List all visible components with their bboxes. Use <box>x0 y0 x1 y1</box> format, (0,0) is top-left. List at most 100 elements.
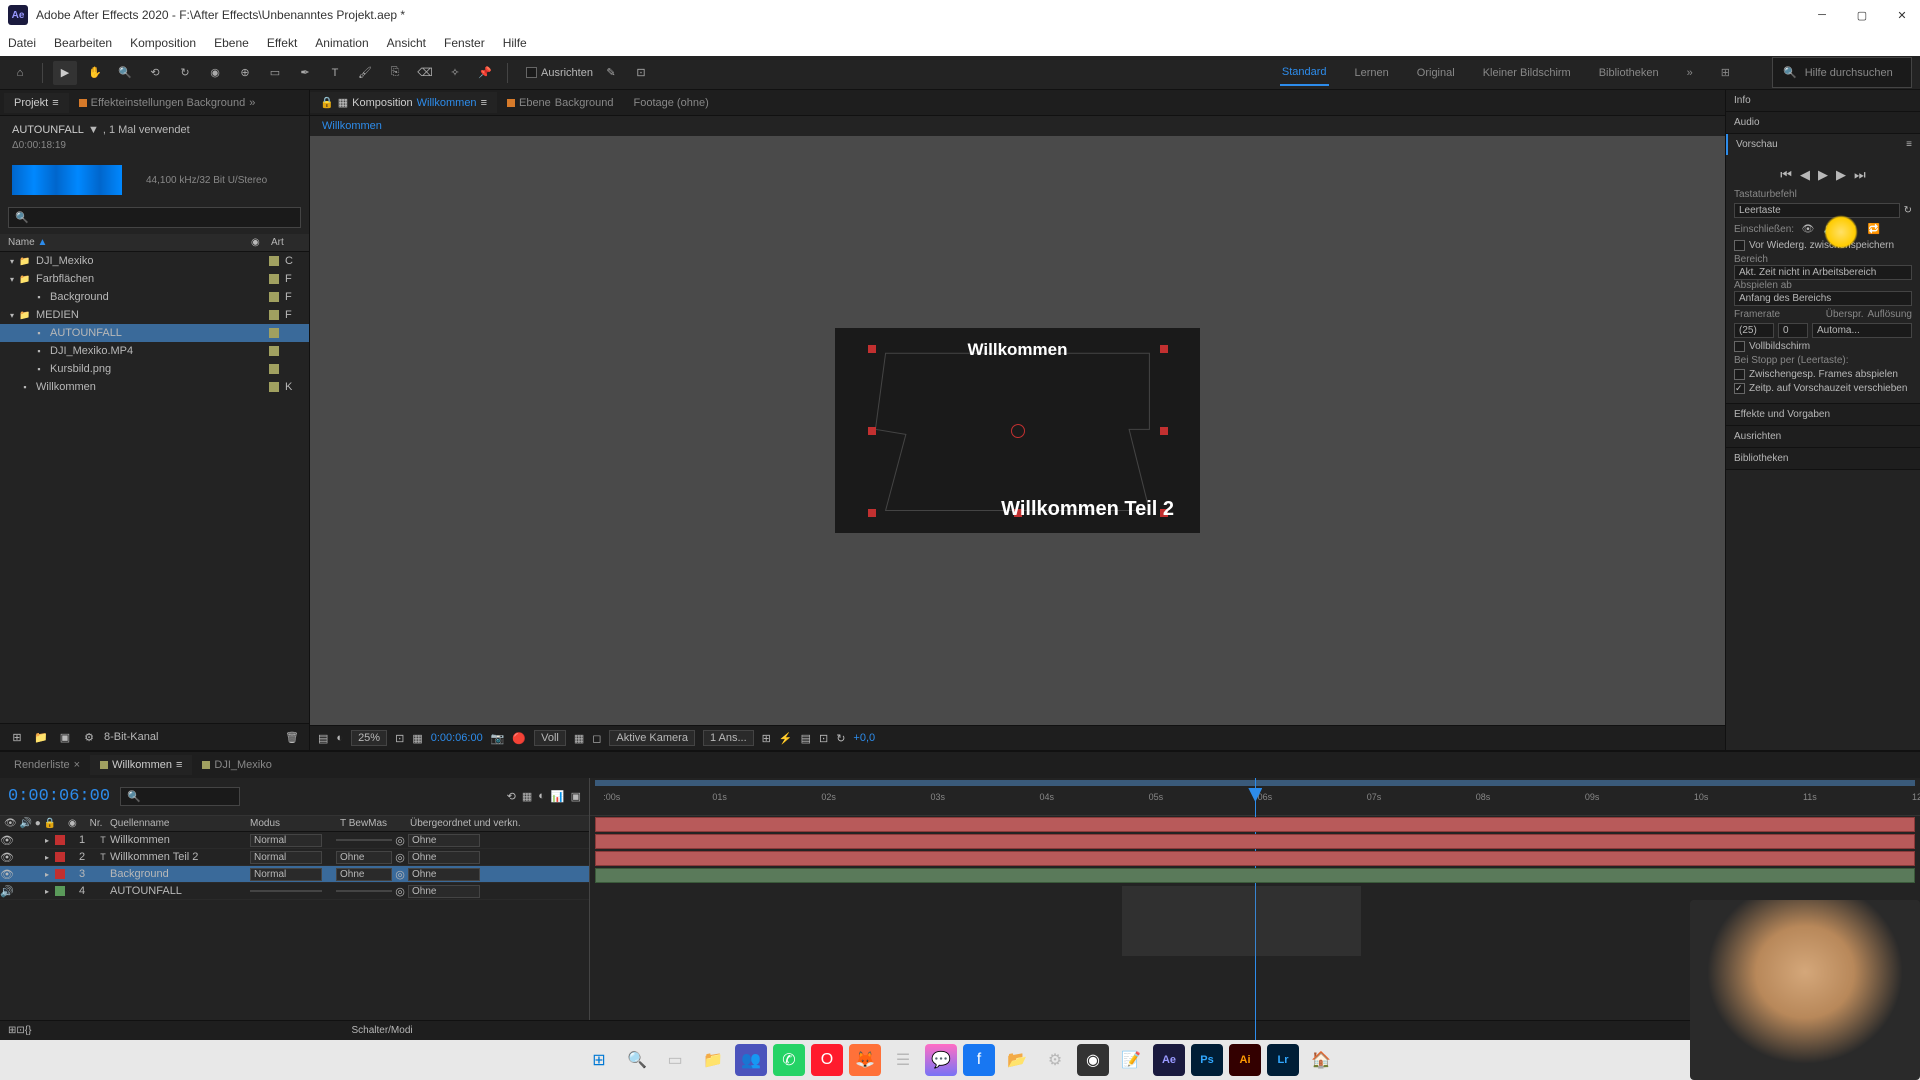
camera-tool-icon[interactable]: ◉ <box>203 61 227 85</box>
snap-edge-icon[interactable]: ⊡ <box>629 61 653 85</box>
mask-handle[interactable] <box>868 345 876 353</box>
playfrom-dropdown[interactable]: Anfang des Bereichs <box>1734 291 1912 306</box>
project-item[interactable]: ▾ 📁 DJI_Mexiko C <box>0 252 309 270</box>
trkmat-dropdown[interactable]: Ohne <box>336 851 392 864</box>
mode-dropdown[interactable]: Normal <box>250 868 322 881</box>
camera-dropdown[interactable]: Aktive Kamera <box>609 730 695 746</box>
layer-bar[interactable] <box>595 817 1915 832</box>
tab-menu-icon[interactable]: ≡ <box>176 759 182 771</box>
parent-dropdown[interactable]: Ohne <box>408 851 480 864</box>
preview-panel-header[interactable]: Vorschau ≡ <box>1726 134 1920 155</box>
zoom-tool-icon[interactable]: 🔍 <box>113 61 137 85</box>
fullscreen-checkbox[interactable] <box>1734 341 1745 352</box>
shy-icon[interactable]: ⟲ <box>507 790 516 803</box>
current-time-display[interactable]: 0:00:06:00 <box>431 732 483 744</box>
facebook-icon[interactable]: f <box>963 1044 995 1076</box>
audio-panel-header[interactable]: Audio <box>1726 112 1920 133</box>
twirl-icon[interactable]: ▸ <box>42 870 52 879</box>
comp-viewport[interactable]: Willkommen Willkommen Teil 2 <box>310 136 1725 725</box>
time-ruler[interactable]: :00s01s02s03s04s05s06s07s08s09s10s11s12s <box>590 778 1920 816</box>
menu-animation[interactable]: Animation <box>315 36 368 50</box>
twirl-icon[interactable]: ▾ <box>6 311 18 320</box>
col-num-header[interactable]: Nr. <box>82 818 110 829</box>
snap-icon[interactable]: ✎ <box>599 61 623 85</box>
firefox-icon[interactable]: 🦊 <box>849 1044 881 1076</box>
framerate-dropdown[interactable]: (25) <box>1734 323 1774 338</box>
layer-bar[interactable] <box>595 851 1915 866</box>
resolution-icon[interactable]: ⊡ <box>395 732 404 745</box>
timeline-search[interactable]: 🔍 <box>120 787 240 806</box>
canvas-text-2[interactable]: Willkommen Teil 2 <box>1001 498 1174 521</box>
project-settings-icon[interactable]: ⚙ <box>80 728 98 746</box>
help-search[interactable]: 🔍 Hilfe durchsuchen <box>1772 57 1912 88</box>
after-effects-icon[interactable]: Ae <box>1153 1044 1185 1076</box>
messenger-icon[interactable]: 💬 <box>925 1044 957 1076</box>
grid-icon[interactable]: ▦ <box>412 732 422 745</box>
hand-tool-icon[interactable]: ✋ <box>83 61 107 85</box>
mode-dropdown[interactable]: Normal <box>250 834 322 847</box>
label-color-icon[interactable] <box>269 364 279 374</box>
tab-project[interactable]: Projekt ≡ <box>4 93 69 113</box>
canvas-text-1[interactable]: Willkommen <box>968 340 1068 360</box>
frame-blend-icon[interactable]: ▦ <box>522 790 532 803</box>
fast-preview-icon[interactable]: ⚡ <box>779 732 793 745</box>
menu-bearbeiten[interactable]: Bearbeiten <box>54 36 112 50</box>
toggle-modes-icon[interactable]: ⊡ <box>16 1025 24 1036</box>
trkmat-dropdown[interactable] <box>336 839 392 841</box>
magnification-icon[interactable]: ▤ <box>318 732 328 745</box>
clone-tool-icon[interactable]: ⎘ <box>383 61 407 85</box>
layer-bar[interactable] <box>595 834 1915 849</box>
tab-overflow-icon[interactable]: » <box>249 97 255 109</box>
last-frame-icon[interactable]: ⏭ <box>1854 167 1866 183</box>
reset-exposure-icon[interactable]: ↻ <box>836 732 845 745</box>
region-icon[interactable]: ◻ <box>592 732 601 745</box>
new-comp-icon[interactable]: ▣ <box>56 728 74 746</box>
minimize-button[interactable]: ─ <box>1812 9 1832 22</box>
twirl-icon[interactable]: ▾ <box>6 275 18 284</box>
workspace-overflow-icon[interactable]: » <box>1685 61 1695 85</box>
play-icon[interactable]: ▶ <box>1818 167 1828 183</box>
transparency-icon[interactable]: ▦ <box>574 732 584 745</box>
col-trk-header[interactable]: T BewMas <box>340 818 410 829</box>
tab-menu-icon[interactable]: ≡ <box>52 97 58 109</box>
app-icon[interactable]: ☰ <box>887 1044 919 1076</box>
twirl-icon[interactable]: ▸ <box>42 887 52 896</box>
comp-flow-icon[interactable]: ▦ <box>338 96 348 109</box>
tab-menu-icon[interactable]: ≡ <box>481 97 487 109</box>
speaker-icon[interactable]: 🔊 <box>1822 221 1838 237</box>
text-tool-icon[interactable]: T <box>323 61 347 85</box>
parent-pickwhip-icon[interactable]: ◎ <box>392 885 408 898</box>
parent-pickwhip-icon[interactable]: ◎ <box>392 834 408 847</box>
twirl-icon[interactable]: ▾ <box>6 257 18 266</box>
anchor-tool-icon[interactable]: ⊕ <box>233 61 257 85</box>
visibility-icon[interactable]: 🔊 <box>0 885 14 898</box>
photoshop-icon[interactable]: Ps <box>1191 1044 1223 1076</box>
menu-ansicht[interactable]: Ansicht <box>387 36 426 50</box>
pen-tool-icon[interactable]: ✒ <box>293 61 317 85</box>
explorer-icon[interactable]: 📁 <box>697 1044 729 1076</box>
snapshot-icon[interactable]: 📷 <box>491 732 505 745</box>
col-source-header[interactable]: Quellenname <box>110 818 250 829</box>
workspace-reset-icon[interactable]: ⊞ <box>1719 60 1732 85</box>
eye-icon[interactable]: 👁 <box>1800 221 1816 237</box>
tab-timeline-dji[interactable]: DJI_Mexiko <box>192 755 281 775</box>
orbit-tool-icon[interactable]: ⟲ <box>143 61 167 85</box>
comp-flow-icon[interactable]: ⊡ <box>819 732 828 745</box>
alpha-icon[interactable]: ◐ <box>336 732 343 744</box>
project-item[interactable]: ▪ DJI_Mexiko.MP4 <box>0 342 309 360</box>
layer-tab-background[interactable]: Ebene Background <box>497 93 624 113</box>
tab-timeline-willkommen[interactable]: Willkommen ≡ <box>90 755 192 775</box>
brush-tool-icon[interactable]: 🖌 <box>353 61 377 85</box>
col-parent-header[interactable]: Übergeordnet und verkn. <box>410 818 589 829</box>
effects-panel-header[interactable]: Effekte und Vorgaben <box>1726 404 1920 425</box>
toggle-switches-icon[interactable]: ⊞ <box>8 1025 16 1036</box>
col-mode-header[interactable]: Modus <box>250 818 340 829</box>
menu-komposition[interactable]: Komposition <box>130 36 196 50</box>
move-time-checkbox[interactable] <box>1734 383 1745 394</box>
obs-icon[interactable]: ◉ <box>1077 1044 1109 1076</box>
loop-icon[interactable]: 🔁 <box>1866 221 1882 237</box>
mask-handle[interactable] <box>868 427 876 435</box>
home-icon[interactable]: ⌂ <box>8 61 32 85</box>
lock-icon[interactable]: 🔒 <box>320 96 334 109</box>
views-dropdown[interactable]: 1 Ans... <box>703 730 754 746</box>
